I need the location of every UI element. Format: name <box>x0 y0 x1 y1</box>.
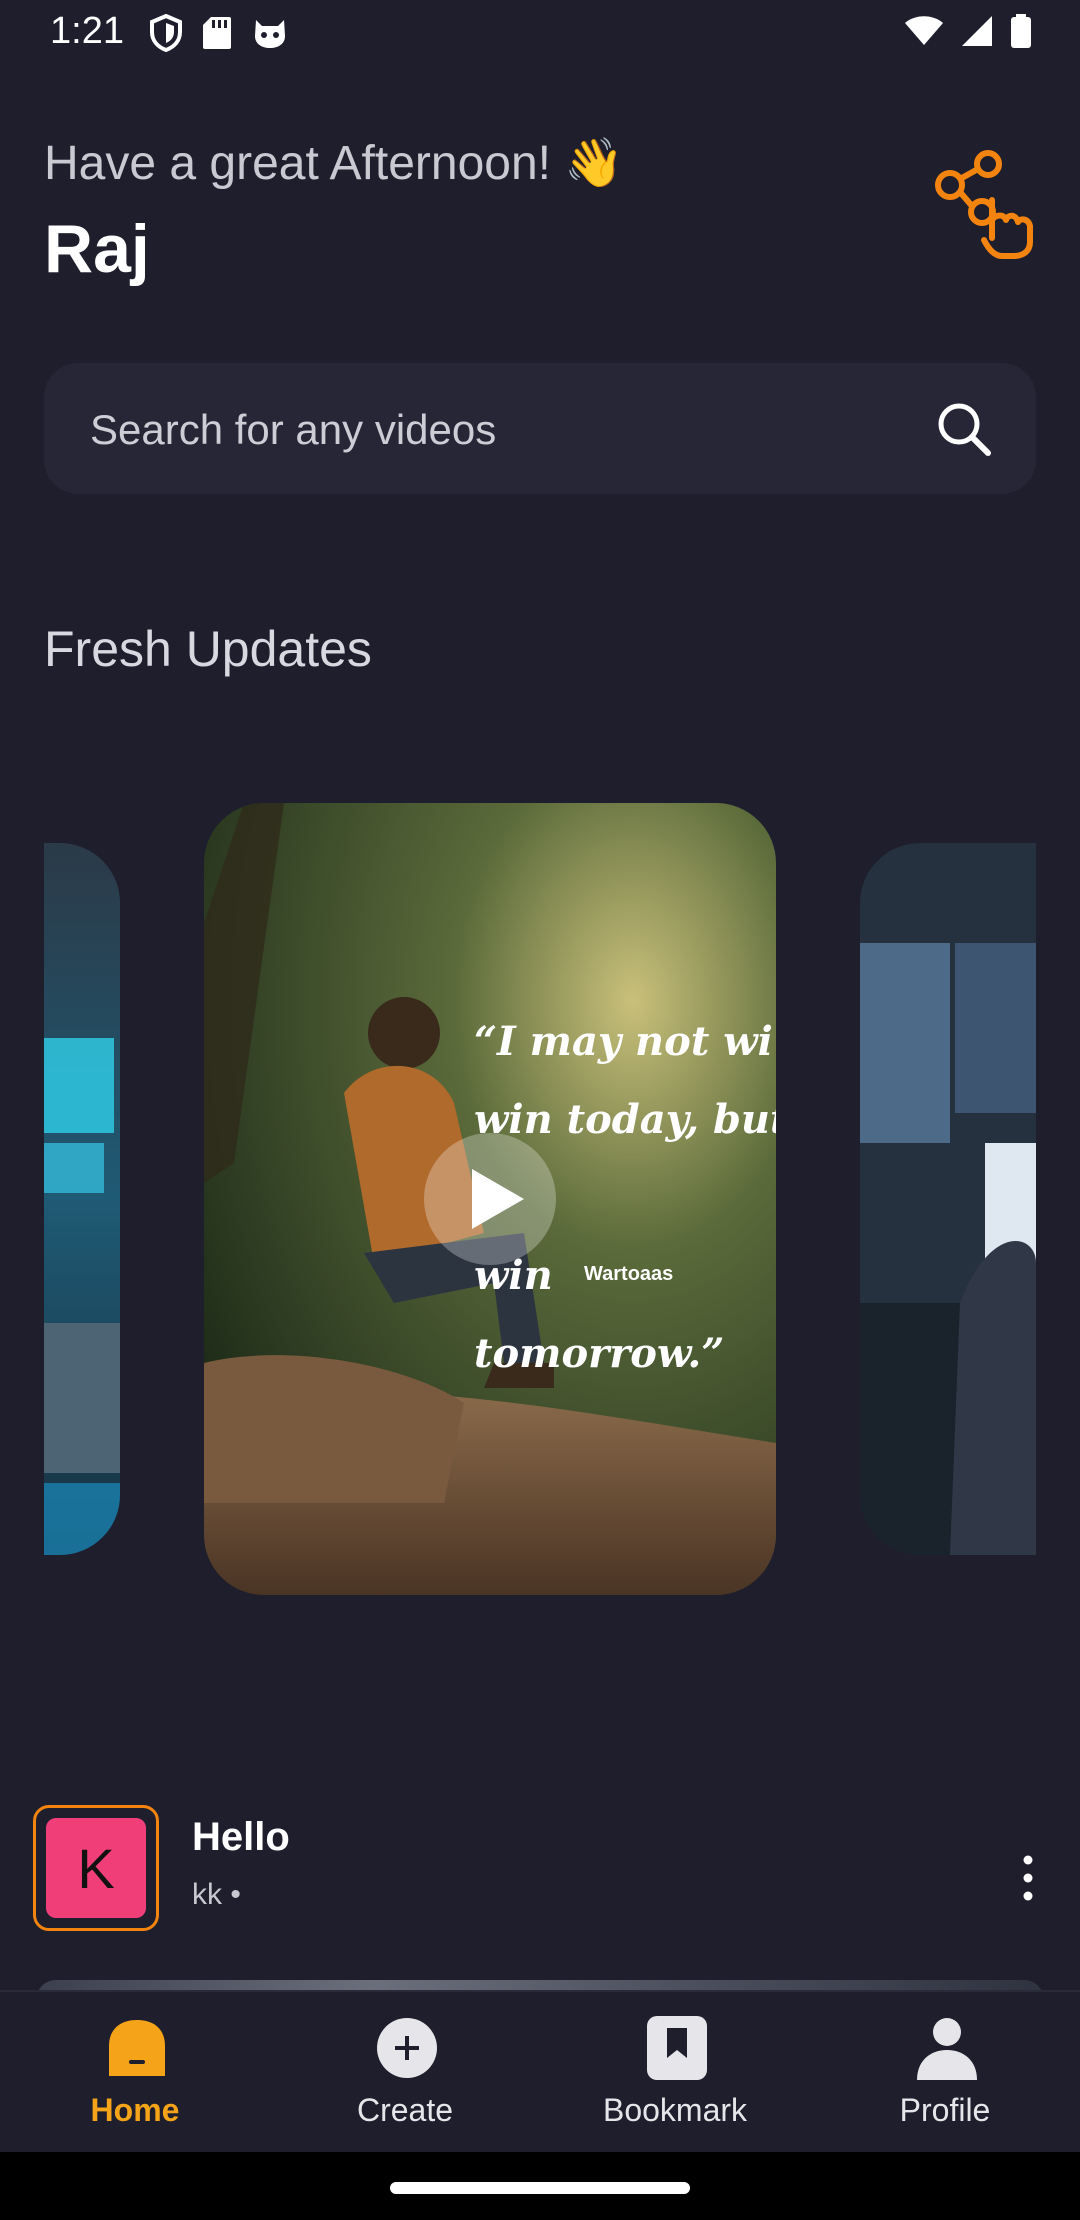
avatar: K <box>46 1818 146 1918</box>
gesture-navigation-area <box>0 2152 1080 2220</box>
status-bar: 1:21 <box>0 0 1080 66</box>
wifi-icon <box>905 16 943 45</box>
cat-app-icon <box>255 20 285 48</box>
video-card-left[interactable] <box>44 843 120 1555</box>
status-system-icons <box>904 14 1032 48</box>
greeting-text: Have a great Afternoon! 👋 <box>44 137 625 190</box>
home-gesture-bar[interactable] <box>390 2182 690 2194</box>
post-separator-dot: • <box>230 1878 241 1911</box>
post-title: Hello <box>192 1815 290 1859</box>
status-notification-icons <box>150 14 288 52</box>
post-avatar-frame[interactable]: K <box>33 1805 159 1931</box>
bottom-navigation: Home Create Bookmark Profile <box>0 1990 1080 2154</box>
video-card-right[interactable] <box>860 843 1036 1555</box>
battery-icon <box>1011 14 1031 48</box>
play-button[interactable] <box>424 1133 556 1265</box>
status-time: 1:21 <box>50 10 124 52</box>
video-credit-text: Wartoaas <box>584 1263 674 1285</box>
search-input[interactable] <box>88 363 912 496</box>
share-icon[interactable] <box>930 150 1040 260</box>
sd-card-icon <box>203 17 231 49</box>
bookmark-icon <box>647 2016 707 2080</box>
nav-home[interactable]: Home <box>0 1992 270 2154</box>
person-icon <box>917 2018 977 2080</box>
nav-create-label: Create <box>356 2092 454 2128</box>
more-options-icon[interactable] <box>1010 1852 1046 1904</box>
nav-home-label: Home <box>90 2092 180 2128</box>
office-monitors-thumbnail <box>860 843 1036 1555</box>
search-icon[interactable] <box>934 399 994 459</box>
user-name: Raj <box>44 211 150 287</box>
shield-icon <box>150 14 182 52</box>
plus-circle-icon <box>377 2018 437 2078</box>
nav-bookmark[interactable]: Bookmark <box>540 1992 810 2154</box>
nav-bookmark-label: Bookmark <box>602 2092 748 2128</box>
search-bar[interactable] <box>44 363 1036 496</box>
video-card-main[interactable]: “I may not wi win today, but I win tomor… <box>204 803 776 1595</box>
signal-icon <box>962 16 992 46</box>
fresh-updates-title: Fresh Updates <box>44 621 372 677</box>
post-author: kk <box>192 1878 222 1911</box>
server-room-thumbnail <box>44 843 120 1555</box>
post-subtitle: kk • <box>192 1878 241 1912</box>
play-icon <box>472 1169 524 1229</box>
nav-profile[interactable]: Profile <box>810 1992 1080 2154</box>
nav-create[interactable]: Create <box>270 1992 540 2154</box>
home-icon <box>109 2020 165 2076</box>
nav-profile-label: Profile <box>899 2092 991 2128</box>
